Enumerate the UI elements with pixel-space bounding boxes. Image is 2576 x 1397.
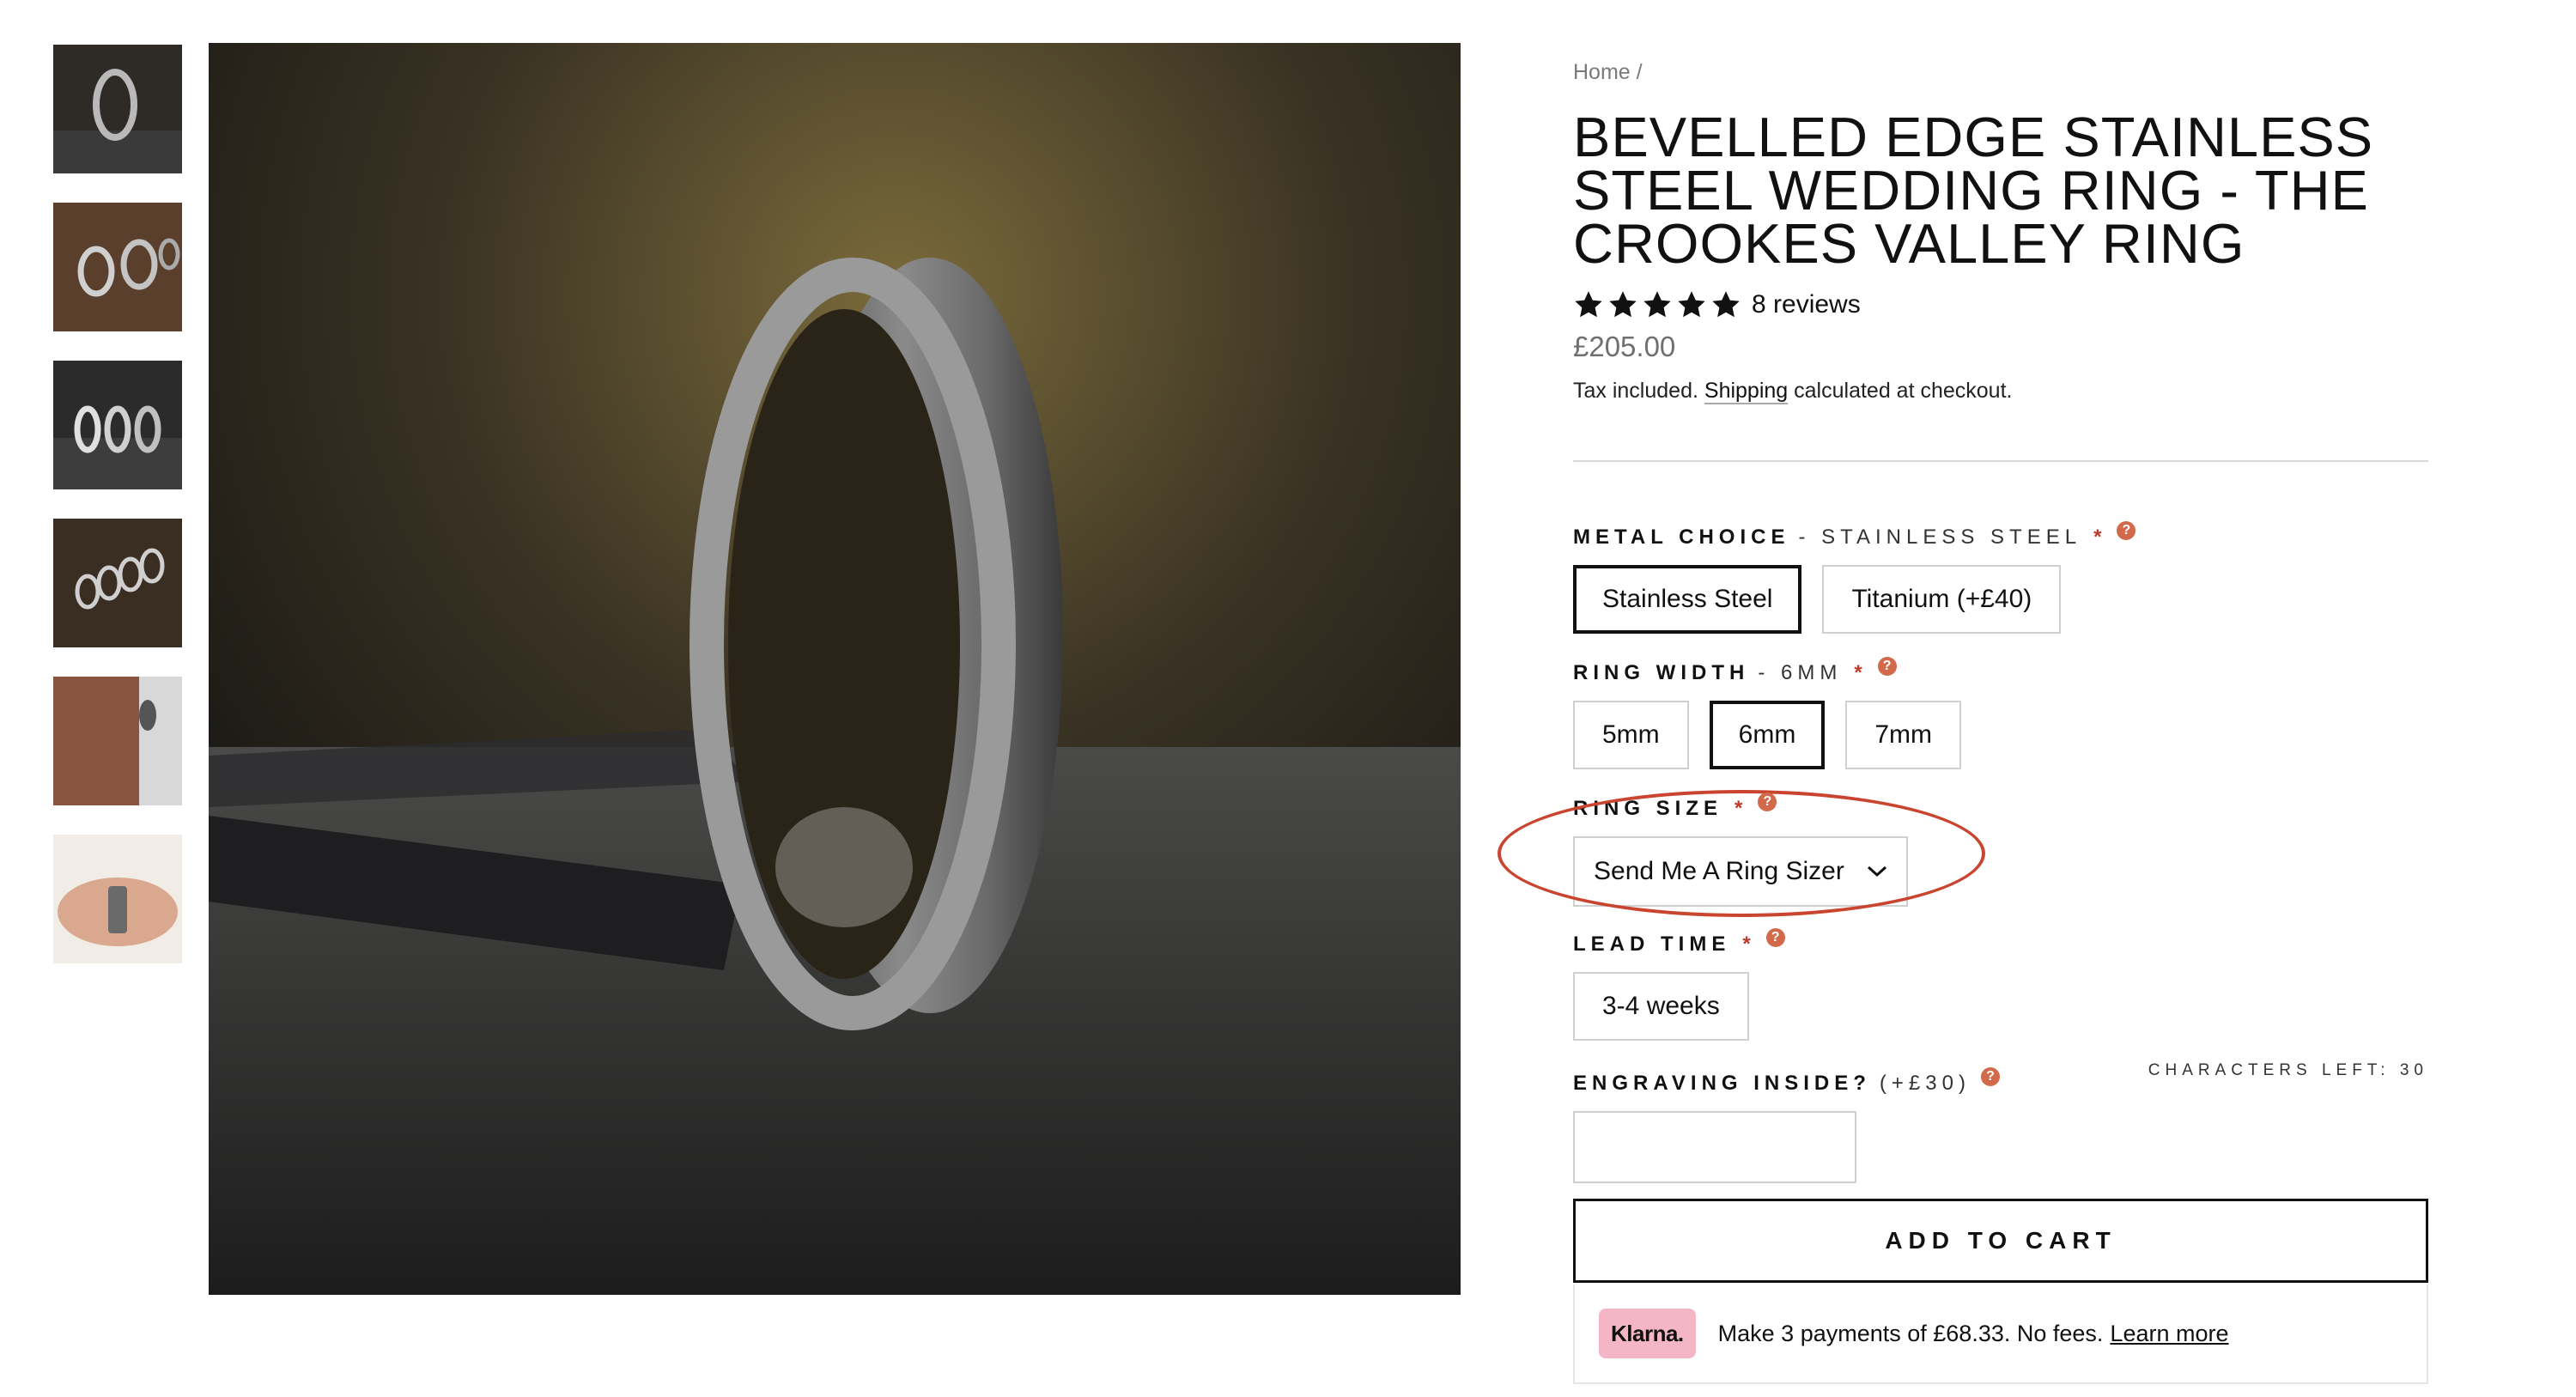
ring-width-label: RING WIDTH - 6MM * ?	[1573, 657, 2428, 685]
width-swatches: 5mm 6mm 7mm	[1573, 701, 2428, 769]
engraving-label-text: ENGRAVING INSIDE?	[1573, 1072, 1871, 1095]
klarna-learn-more[interactable]: Learn more	[2110, 1321, 2228, 1347]
ring-size-section: RING SIZE * ? Send Me A Ring Sizer	[1498, 790, 2428, 917]
characters-left: CHARACTERS LEFT: 30	[2148, 1061, 2428, 1079]
thumbnail-3[interactable]	[53, 361, 182, 489]
required-marker: *	[1735, 797, 1748, 820]
metal-selected-value: - STAINLESS STEEL	[1798, 525, 2082, 549]
klarna-text: Make 3 payments of £68.33. No fees.	[1717, 1320, 2104, 1346]
thumbnail-gallery	[53, 45, 182, 993]
chevron-down-icon	[1867, 866, 1887, 878]
star-rating	[1573, 289, 1741, 320]
reviews-link[interactable]: 8 reviews	[1752, 290, 1861, 319]
help-icon[interactable]: ?	[1758, 793, 1777, 811]
required-marker: *	[1854, 661, 1868, 684]
breadcrumb-separator: /	[1636, 60, 1643, 84]
thumbnail-2[interactable]	[53, 203, 182, 331]
ring-size-value: Send Me A Ring Sizer	[1594, 857, 1844, 885]
product-rating: 8 reviews	[1573, 289, 2428, 320]
thumbnail-image	[53, 835, 182, 963]
divider	[1573, 460, 2428, 462]
shipping-link[interactable]: Shipping	[1704, 379, 1788, 403]
swatch-5mm[interactable]: 5mm	[1573, 701, 1689, 769]
help-icon[interactable]: ?	[2117, 521, 2136, 540]
thumbnail-image	[53, 677, 182, 805]
main-product-image[interactable]	[209, 43, 1461, 1295]
klarna-banner: Klarna. Make 3 payments of £68.33. No fe…	[1573, 1285, 2428, 1384]
thumbnail-4[interactable]	[53, 519, 182, 647]
add-to-cart-button[interactable]: ADD TO CART	[1573, 1199, 2428, 1283]
star-icon	[1643, 291, 1671, 318]
engraving-input[interactable]	[1573, 1111, 1856, 1183]
help-icon[interactable]: ?	[1877, 657, 1897, 676]
thumbnail-1[interactable]	[53, 45, 182, 173]
help-icon[interactable]: ?	[1765, 928, 1785, 947]
swatch-7mm[interactable]: 7mm	[1845, 701, 1962, 769]
metal-swatches: Stainless Steel Titanium (+£40)	[1573, 565, 2428, 634]
swatch-stainless-steel[interactable]: Stainless Steel	[1573, 565, 1802, 634]
engraving-section: ENGRAVING INSIDE? (+£30) ? CHARACTERS LE…	[1573, 1061, 2428, 1183]
ring-width-section: RING WIDTH - 6MM * ? 5mm 6mm 7mm	[1573, 657, 2428, 769]
product-price: £205.00	[1573, 331, 1676, 362]
lead-label-text: LEAD TIME	[1573, 932, 1731, 956]
star-icon	[1609, 291, 1637, 318]
product-title: BEVELLED EDGE STAINLESS STEEL WEDDING RI…	[1573, 106, 2374, 275]
klarna-logo: Klarna.	[1599, 1309, 1696, 1358]
tax-note: Tax included. Shipping calculated at che…	[1573, 379, 2428, 404]
breadcrumb-home[interactable]: Home	[1573, 60, 1631, 84]
required-marker: *	[1742, 932, 1756, 956]
thumbnail-6[interactable]	[53, 835, 182, 963]
lead-swatches: 3-4 weeks	[1573, 972, 2428, 1041]
tax-suffix: calculated at checkout.	[1794, 379, 2013, 403]
lead-time-section: LEAD TIME * ? 3-4 weeks	[1573, 928, 2428, 1041]
product-info: Home / BEVELLED EDGE STAINLESS STEEL WED…	[1498, 60, 2428, 1384]
size-label-text: RING SIZE	[1573, 797, 1723, 820]
thumbnail-image	[53, 519, 182, 647]
star-icon	[1575, 291, 1602, 318]
breadcrumb: Home /	[1573, 60, 2428, 85]
ring-photo	[209, 43, 1461, 1295]
thumbnail-image	[53, 45, 182, 173]
metal-choice-label: METAL CHOICE - STAINLESS STEEL * ?	[1573, 521, 2428, 550]
ring-size-label: RING SIZE * ?	[1573, 793, 2428, 821]
metal-label-text: METAL CHOICE	[1573, 525, 1790, 549]
metal-choice-section: METAL CHOICE - STAINLESS STEEL * ? Stain…	[1573, 521, 2428, 634]
lead-time-label: LEAD TIME * ?	[1573, 928, 2428, 957]
tax-prefix: Tax included.	[1573, 379, 1698, 403]
thumbnail-image	[53, 203, 182, 331]
swatch-titanium[interactable]: Titanium (+£40)	[1822, 565, 2062, 634]
thumbnail-5[interactable]	[53, 677, 182, 805]
required-marker: *	[2093, 525, 2107, 549]
star-icon	[1678, 291, 1705, 318]
swatch-6mm[interactable]: 6mm	[1709, 701, 1826, 769]
engraving-price: (+£30)	[1879, 1072, 1971, 1095]
swatch-3-4-weeks[interactable]: 3-4 weeks	[1573, 972, 1749, 1041]
width-selected-value: - 6MM	[1758, 661, 1843, 684]
ring-size-select[interactable]: Send Me A Ring Sizer	[1573, 836, 1908, 907]
thumbnail-image	[53, 361, 182, 489]
width-label-text: RING WIDTH	[1573, 661, 1750, 684]
star-icon	[1712, 291, 1740, 318]
help-icon[interactable]: ?	[1980, 1067, 2000, 1086]
